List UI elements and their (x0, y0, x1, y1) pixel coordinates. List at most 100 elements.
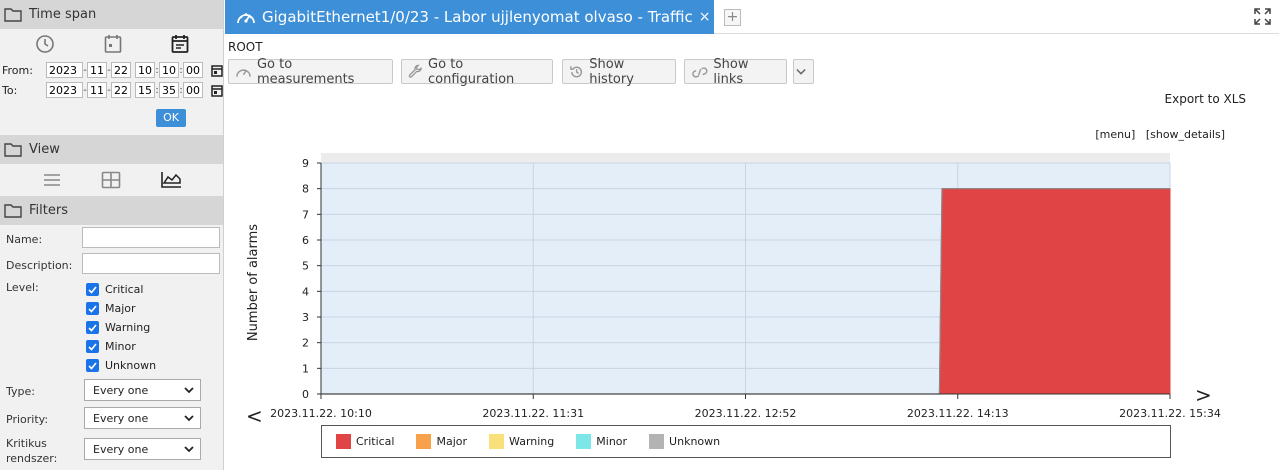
legend-swatch (336, 434, 351, 449)
level-unknown-label: Unknown (105, 359, 157, 372)
legend-item-unknown[interactable]: Unknown (649, 434, 720, 449)
checkbox-checked-icon[interactable] (86, 359, 99, 372)
close-icon[interactable]: × (699, 9, 711, 25)
level-major-label: Major (105, 302, 136, 315)
grid-view-icon[interactable] (101, 171, 121, 189)
level-major-checkbox[interactable]: Major (86, 302, 136, 315)
name-label: Name: (6, 233, 43, 246)
folder-icon (4, 8, 22, 22)
time-span-modes (0, 29, 223, 58)
y-tick-label: 2 (302, 337, 309, 350)
view-title: View (29, 142, 60, 157)
show-links-button[interactable]: Show links (684, 57, 787, 87)
legend-item-major[interactable]: Major (416, 434, 467, 449)
checkbox-checked-icon[interactable] (86, 321, 99, 334)
main-panel: GigabitEthernet1/0/23 - Labor ujjlenyoma… (225, 0, 1279, 470)
to-row: To: - - : : (0, 80, 223, 100)
level-unknown-checkbox[interactable]: Unknown (86, 359, 156, 372)
calendar-picker-icon[interactable] (211, 84, 223, 97)
view-header[interactable]: View (0, 135, 223, 164)
type-select[interactable]: Every one (84, 379, 201, 401)
chevron-down-icon (796, 68, 806, 75)
to-hour-input[interactable] (135, 82, 155, 98)
filters-header[interactable]: Filters (0, 196, 223, 225)
list-view-icon[interactable] (42, 172, 62, 188)
from-month-input[interactable] (87, 62, 107, 78)
prev-period-button[interactable]: < (246, 404, 263, 428)
x-tick-label: 2023.11.22. 10:10 (270, 407, 372, 420)
from-second-input[interactable] (183, 62, 203, 78)
priority-label: Priority: (6, 413, 49, 426)
export-xls-link[interactable]: Export to XLS (1165, 92, 1246, 106)
level-minor-checkbox[interactable]: Minor (86, 340, 136, 353)
description-input[interactable] (82, 253, 220, 274)
from-day-input[interactable] (111, 62, 131, 78)
level-label: Level: (6, 281, 39, 294)
add-tab-button[interactable]: + (724, 9, 741, 26)
filters-title: Filters (29, 203, 68, 218)
level-warning-checkbox[interactable]: Warning (86, 321, 150, 334)
clock-icon[interactable] (35, 34, 55, 54)
go-to-measurements-label: Go to measurements (256, 56, 355, 87)
chart-legend: Critical Major Warning Minor Unknown (321, 425, 1171, 458)
y-tick-label: 9 (302, 157, 309, 170)
go-to-configuration-button[interactable]: Go to configuration (401, 56, 553, 87)
ok-button[interactable]: OK (156, 109, 186, 127)
kritikus-label-line2: rendszer: (6, 452, 58, 465)
legend-swatch (576, 434, 592, 449)
to-year-input[interactable] (46, 82, 83, 98)
breadcrumb[interactable]: ROOT (228, 40, 263, 54)
show-history-button[interactable]: Show history (562, 57, 676, 87)
calendar-day-icon[interactable] (104, 34, 122, 54)
go-to-configuration-label: Go to configuration (428, 56, 515, 87)
type-select-value: Every one (93, 383, 149, 397)
chart-view-icon[interactable] (160, 171, 182, 189)
legend-item-critical[interactable]: Critical (336, 434, 394, 449)
go-to-measurements-button[interactable]: Go to measurements (228, 56, 393, 87)
y-axis-label: Number of alarms (246, 224, 261, 341)
legend-label: Unknown (669, 435, 721, 448)
next-period-button[interactable]: > (1195, 383, 1212, 407)
show-details-link[interactable]: [show_details] (1146, 128, 1225, 141)
level-critical-checkbox[interactable]: Critical (86, 283, 143, 296)
checkbox-checked-icon[interactable] (86, 283, 99, 296)
more-dropdown-button[interactable] (793, 59, 814, 84)
to-month-input[interactable] (87, 82, 107, 98)
from-hour-input[interactable] (135, 62, 155, 78)
to-minute-input[interactable] (159, 82, 179, 98)
from-row: From: - - : : (0, 60, 223, 80)
priority-select[interactable]: Every one (84, 407, 201, 429)
calendar-range-icon[interactable] (171, 34, 189, 54)
expand-icon[interactable] (1254, 8, 1271, 25)
time-span-header[interactable]: Time span (0, 0, 223, 29)
history-icon (570, 65, 583, 77)
wrench-icon (408, 64, 422, 78)
view-modes (0, 164, 223, 195)
legend-item-warning[interactable]: Warning (489, 434, 554, 449)
to-day-input[interactable] (111, 82, 131, 98)
calendar-picker-icon[interactable] (211, 64, 223, 77)
from-year-input[interactable] (46, 62, 83, 78)
from-label: From: (2, 63, 33, 77)
y-tick-label: 0 (302, 388, 309, 401)
legend-swatch (489, 434, 505, 449)
kritikus-label-line1: Kritikus (6, 437, 47, 450)
checkbox-checked-icon[interactable] (86, 340, 99, 353)
menu-link[interactable]: [menu] (1095, 128, 1135, 141)
legend-item-minor[interactable]: Minor (576, 434, 627, 449)
y-tick-label: 5 (302, 260, 309, 273)
level-minor-label: Minor (105, 340, 136, 353)
name-input[interactable] (82, 227, 220, 248)
y-tick-label: 6 (302, 234, 309, 247)
tab-traffic[interactable]: GigabitEthernet1/0/23 - Labor ujjlenyoma… (225, 0, 714, 34)
series-line-critical (321, 188, 1170, 395)
kritikus-select[interactable]: Every one (84, 438, 201, 460)
chart-links: [menu] [show_details] (1095, 128, 1225, 141)
legend-label: Warning (509, 435, 555, 448)
checkbox-checked-icon[interactable] (86, 302, 99, 315)
from-minute-input[interactable] (159, 62, 179, 78)
plot-area (321, 163, 1170, 394)
sidebar: Time span From: - - : : To: - - : : OK (0, 0, 224, 470)
tab-title: GigabitEthernet1/0/23 - Labor ujjlenyoma… (262, 8, 693, 26)
to-second-input[interactable] (183, 82, 203, 98)
